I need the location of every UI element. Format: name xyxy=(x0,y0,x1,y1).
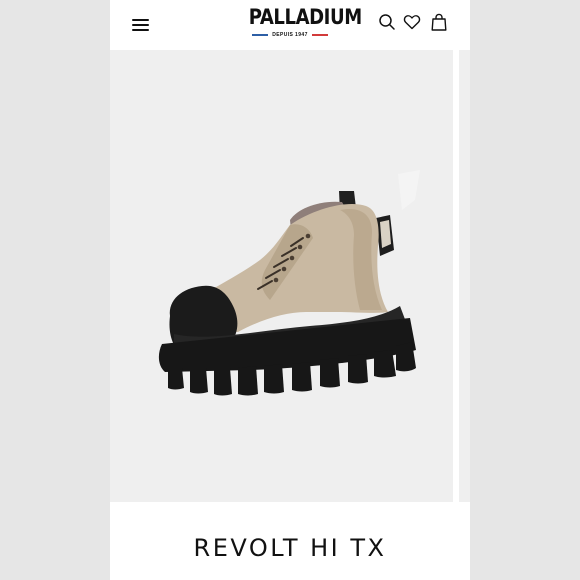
next-image-peek[interactable] xyxy=(459,50,470,502)
hamburger-menu-icon[interactable] xyxy=(130,13,154,37)
brand-logo[interactable]: PALLADIUM DEPUIS 1947 xyxy=(242,4,362,44)
heart-icon[interactable] xyxy=(403,13,421,31)
right-background-frame xyxy=(470,0,580,580)
left-background-frame xyxy=(0,0,110,580)
product-title-section: REVOLT HI TX xyxy=(110,502,470,580)
logo-red-bar xyxy=(312,34,328,36)
product-image[interactable] xyxy=(110,50,453,502)
logo-wordmark: PALLADIUM xyxy=(248,5,362,29)
shopping-bag-icon[interactable] xyxy=(430,13,448,31)
site-header: PALLADIUM DEPUIS 1947 xyxy=(110,0,470,50)
product-title: REVOLT HI TX xyxy=(193,534,387,562)
boot-illustration xyxy=(158,170,420,396)
mobile-screen: PALLADIUM DEPUIS 1947 REVOLT HI TX xyxy=(110,0,470,580)
search-icon[interactable] xyxy=(378,13,396,31)
logo-subline: DEPUIS 1947 xyxy=(242,30,338,40)
